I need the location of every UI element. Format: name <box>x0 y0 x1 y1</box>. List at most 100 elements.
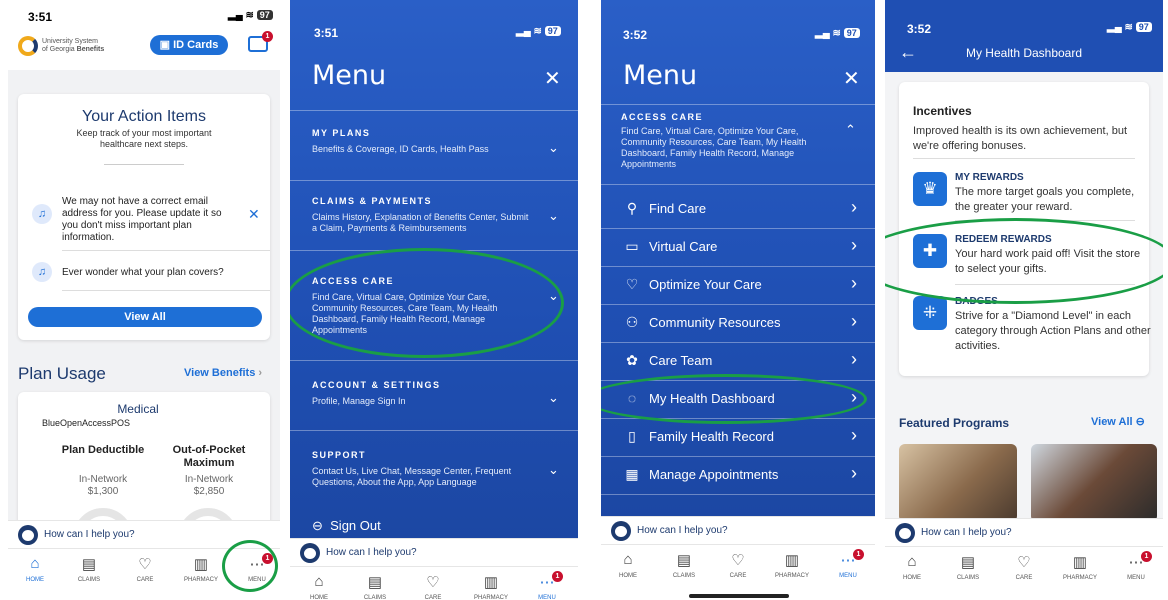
program-image[interactable] <box>1031 444 1157 522</box>
tab-home[interactable]: ⌂ HOME <box>887 553 937 581</box>
section-account-settings[interactable]: ACCOUNT & SETTINGS Profile, Manage Sign … <box>290 366 578 422</box>
tab-menu[interactable]: ⋯ MENU <box>1111 553 1161 581</box>
claims-icon: ▤ <box>81 556 97 573</box>
highlight-ring <box>222 540 278 592</box>
section-subtitle: Benefits & Coverage, ID Cards, Health Pa… <box>312 144 489 154</box>
tab-claims[interactable]: ▤ CLAIMS <box>943 553 993 581</box>
view-benefits-link[interactable]: View Benefits › <box>184 367 262 379</box>
my-rewards-title[interactable]: MY REWARDS <box>955 172 1024 183</box>
trophy-icon: ♛ <box>913 172 947 206</box>
home-icon: ⌂ <box>907 553 917 570</box>
tab-care[interactable]: ♡ CARE <box>713 551 763 579</box>
id-cards-button[interactable]: ▣ ID Cards <box>150 35 228 55</box>
tab-claims[interactable]: ▤ CLAIMS <box>64 555 114 583</box>
tab-claims[interactable]: ▤ CLAIMS <box>659 551 709 579</box>
section-subtitle: Profile, Manage Sign In <box>312 396 406 406</box>
chevron-up-icon: ⌃ <box>845 122 856 137</box>
home-body: Your Action Items Keep track of your mos… <box>8 70 280 568</box>
plan-usage-title: Plan Usage <box>18 364 106 383</box>
chevron-right-icon: › <box>851 311 857 331</box>
chevron-right-icon: › <box>851 425 857 445</box>
tab-care[interactable]: ♡ CARE <box>120 555 170 583</box>
tab-claims-label: CLAIMS <box>956 575 980 581</box>
sign-out-button[interactable]: ⊖ Sign Out <box>312 518 381 534</box>
id-card-icon: ▣ <box>159 39 171 51</box>
sign-out-label: Sign Out <box>330 518 381 533</box>
plan-notice[interactable]: Ever wonder what your plan covers? <box>62 267 224 278</box>
help-bar[interactable]: How can I help you? <box>290 538 578 566</box>
menu-item-community-resources[interactable]: ⚇ Community Resources › <box>601 304 875 342</box>
tab-claims[interactable]: ▤ CLAIMS <box>350 573 400 600</box>
view-benefits-label: View Benefits <box>184 367 256 379</box>
tab-home[interactable]: ⌂ HOME <box>10 555 60 583</box>
home-screen: 3:51 ▂▄ ≋ 97 University System of Georgi… <box>8 0 280 600</box>
help-bar[interactable]: How can I help you? <box>885 518 1163 546</box>
close-icon[interactable]: ✕ <box>248 206 260 223</box>
tab-menu-label: MENU <box>839 573 857 579</box>
home-icon: ⌂ <box>314 573 324 590</box>
menu-item-manage-appointments[interactable]: ▦ Manage Appointments › <box>601 456 875 494</box>
chevron-down-icon: ⌄ <box>548 140 559 155</box>
tab-menu[interactable]: ⋯ MENU <box>522 573 572 600</box>
close-icon[interactable]: ✕ <box>843 66 860 91</box>
home-icon: ⌂ <box>30 555 40 572</box>
highlight-ring <box>290 248 564 358</box>
bell-icon: ♫ <box>32 204 52 224</box>
tab-home[interactable]: ⌂ HOME <box>603 551 653 579</box>
tab-pharmacy[interactable]: ▥ PHARMACY <box>176 555 226 583</box>
menu-item-label: Find Care <box>649 201 707 216</box>
section-claims-payments[interactable]: CLAIMS & PAYMENTS Claims History, Explan… <box>290 186 578 248</box>
tab-pharmacy[interactable]: ▥ PHARMACY <box>466 573 516 600</box>
tab-care-label: CARE <box>136 577 154 583</box>
action-items-card: Your Action Items Keep track of your mos… <box>18 94 270 340</box>
chevron-right-icon: › <box>851 349 857 369</box>
help-text: How can I help you? <box>921 527 1012 538</box>
tab-home-label: HOME <box>903 575 921 581</box>
section-support[interactable]: SUPPORT Contact Us, Live Chat, Message C… <box>290 438 578 500</box>
view-all-link[interactable]: View All ⊖ <box>1091 415 1145 428</box>
help-bar[interactable]: How can I help you? <box>601 516 875 544</box>
featured-programs-title: Featured Programs <box>899 416 1010 430</box>
tab-pharmacy[interactable]: ▥ PHARMACY <box>767 551 817 579</box>
tab-home[interactable]: ⌂ HOME <box>294 573 344 600</box>
menu-title: Menu <box>312 60 387 91</box>
chevron-down-icon: ⌄ <box>548 462 559 477</box>
chevron-right-icon: › <box>851 235 857 255</box>
menu-item-label: Optimize Your Care <box>649 277 762 292</box>
tab-care-label: CARE <box>424 595 442 600</box>
claims-icon: ▤ <box>367 574 383 591</box>
chevron-right-icon: › <box>851 197 857 217</box>
tab-pharmacy-label: PHARMACY <box>183 577 218 583</box>
claims-icon: ▤ <box>960 554 976 571</box>
status-time: 3:51 <box>28 10 53 24</box>
divider <box>601 184 875 185</box>
section-my-plans[interactable]: MY PLANS Benefits & Coverage, ID Cards, … <box>290 116 578 178</box>
tab-pharmacy[interactable]: ▥ PHARMACY <box>1055 553 1105 581</box>
badge-icon: ⁜ <box>913 296 947 330</box>
menu-item-find-care[interactable]: ⚲ Find Care › <box>601 190 875 228</box>
close-icon[interactable]: ✕ <box>544 66 561 91</box>
divider <box>601 104 875 105</box>
menu-item-label: Family Health Record <box>649 429 774 444</box>
section-subtitle: Claims History, Explanation of Benefits … <box>312 212 529 233</box>
view-all-button[interactable]: View All <box>28 307 262 327</box>
logo-line-1: University System <box>42 38 99 45</box>
section-access-care[interactable]: ACCESS CARE Find Care, Virtual Care, Opt… <box>601 106 875 176</box>
menu-panel: 3:52 ▂▄ ≋ 97 Menu ✕ ACCESS CARE Find Car… <box>601 0 875 518</box>
battery-icon: 97 <box>1135 22 1152 32</box>
highlight-ring <box>885 218 1163 304</box>
arrow-circle-icon: ⊖ <box>1135 416 1145 428</box>
tab-care[interactable]: ♡ CARE <box>999 553 1049 581</box>
menu-item-label: Community Resources <box>649 315 781 330</box>
tab-menu[interactable]: ⋯ MENU <box>823 551 873 579</box>
status-icons: ▂▄ ≋ 97 <box>516 26 561 37</box>
pharmacy-icon: ▥ <box>1072 554 1088 571</box>
program-image[interactable] <box>899 444 1017 522</box>
menu-item-label: Care Team <box>649 353 713 368</box>
menu-item-virtual-care[interactable]: ▭ Virtual Care › <box>601 228 875 266</box>
menu-item-label: Manage Appointments <box>649 467 779 482</box>
email-notice[interactable]: We may not have a correct email address … <box>62 196 240 244</box>
menu-item-optimize-your-care[interactable]: ♡ Optimize Your Care › <box>601 266 875 304</box>
home-indicator <box>689 594 789 598</box>
tab-care[interactable]: ♡ CARE <box>408 573 458 600</box>
